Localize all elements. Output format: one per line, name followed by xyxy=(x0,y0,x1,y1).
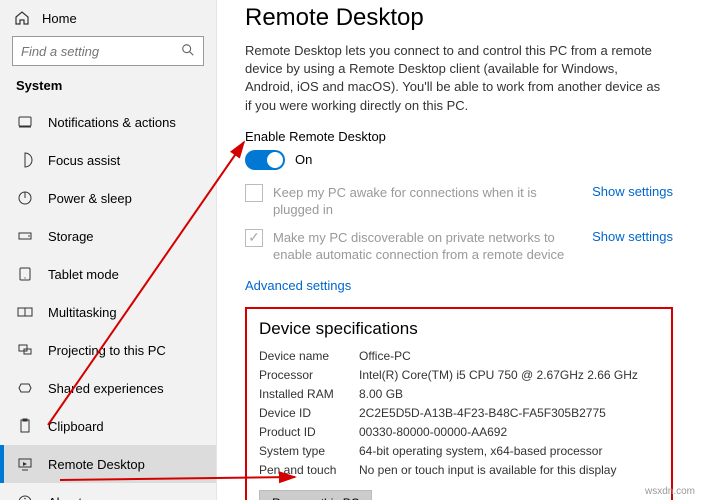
home-nav[interactable]: Home xyxy=(0,6,216,34)
sidebar-item-label: Remote Desktop xyxy=(48,457,145,472)
discoverable-checkbox[interactable]: ✓ xyxy=(245,229,263,247)
page-title: Remote Desktop xyxy=(245,4,673,32)
spec-value: Intel(R) Core(TM) i5 CPU 750 @ 2.67GHz 2… xyxy=(359,368,659,382)
sidebar-item-focus-assist[interactable]: Focus assist xyxy=(0,141,216,179)
home-label: Home xyxy=(42,11,77,26)
sidebar-item-label: Shared experiences xyxy=(48,381,164,396)
spec-label: Device name xyxy=(259,349,359,363)
show-settings-link-1[interactable]: Show settings xyxy=(592,184,673,199)
sidebar-item-label: Tablet mode xyxy=(48,267,119,282)
discoverable-label: Make my PC discoverable on private netwo… xyxy=(273,229,566,264)
notifications-icon xyxy=(16,113,34,131)
sidebar-item-label: Multitasking xyxy=(48,305,117,320)
sidebar-item-label: Storage xyxy=(48,229,94,244)
sidebar-item-label: Power & sleep xyxy=(48,191,132,206)
spec-label: Pen and touch xyxy=(259,463,359,477)
about-icon xyxy=(16,493,34,500)
sidebar-item-shared-exp[interactable]: Shared experiences xyxy=(0,369,216,407)
specs-title: Device specifications xyxy=(259,319,659,339)
spec-label: System type xyxy=(259,444,359,458)
enable-remote-label: Enable Remote Desktop xyxy=(245,129,673,144)
home-icon xyxy=(14,10,30,26)
nav-list: Notifications & actions Focus assist Pow… xyxy=(0,103,216,500)
shared-icon xyxy=(16,379,34,397)
multitasking-icon xyxy=(16,303,34,321)
storage-icon xyxy=(16,227,34,245)
rename-pc-button[interactable]: Rename this PC xyxy=(259,490,372,500)
spec-label: Installed RAM xyxy=(259,387,359,401)
show-settings-link-2[interactable]: Show settings xyxy=(592,229,673,244)
spec-label: Product ID xyxy=(259,425,359,439)
tablet-icon xyxy=(16,265,34,283)
remote-desktop-icon xyxy=(16,455,34,473)
sidebar-item-multitasking[interactable]: Multitasking xyxy=(0,293,216,331)
sidebar-item-label: Projecting to this PC xyxy=(48,343,166,358)
clipboard-icon xyxy=(16,417,34,435)
sidebar-item-storage[interactable]: Storage xyxy=(0,217,216,255)
focus-assist-icon xyxy=(16,151,34,169)
spec-value: 00330-80000-00000-AA692 xyxy=(359,425,659,439)
spec-value: 64-bit operating system, x64-based proce… xyxy=(359,444,659,458)
search-input[interactable] xyxy=(21,44,171,59)
keep-awake-label: Keep my PC awake for connections when it… xyxy=(273,184,566,219)
sidebar-item-remote-desktop[interactable]: Remote Desktop xyxy=(0,445,216,483)
spec-value: No pen or touch input is available for t… xyxy=(359,463,659,477)
sidebar-item-label: About xyxy=(48,495,82,500)
projecting-icon xyxy=(16,341,34,359)
main-content: Remote Desktop Remote Desktop lets you c… xyxy=(217,0,701,500)
sidebar-item-label: Focus assist xyxy=(48,153,120,168)
keep-awake-checkbox[interactable] xyxy=(245,184,263,202)
search-box[interactable] xyxy=(12,36,204,66)
sidebar-item-about[interactable]: About xyxy=(0,483,216,500)
sidebar-item-label: Notifications & actions xyxy=(48,115,176,130)
sidebar-item-power-sleep[interactable]: Power & sleep xyxy=(0,179,216,217)
spec-value: 2C2E5D5D-A13B-4F23-B48C-FA5F305B2775 xyxy=(359,406,659,420)
description-text: Remote Desktop lets you connect to and c… xyxy=(245,42,665,115)
sidebar-item-tablet-mode[interactable]: Tablet mode xyxy=(0,255,216,293)
power-icon xyxy=(16,189,34,207)
search-icon xyxy=(181,43,195,60)
sidebar-item-notifications[interactable]: Notifications & actions xyxy=(0,103,216,141)
enable-remote-toggle[interactable] xyxy=(245,150,285,170)
device-specs-section: Device specifications Device nameOffice-… xyxy=(245,307,673,500)
spec-label: Device ID xyxy=(259,406,359,420)
spec-value: Office-PC xyxy=(359,349,659,363)
watermark: wsxdn.com xyxy=(645,486,695,497)
sidebar: Home System Notifications & actions Focu… xyxy=(0,0,217,500)
advanced-settings-link[interactable]: Advanced settings xyxy=(245,278,351,293)
sidebar-item-label: Clipboard xyxy=(48,419,104,434)
sidebar-item-projecting[interactable]: Projecting to this PC xyxy=(0,331,216,369)
sidebar-item-clipboard[interactable]: Clipboard xyxy=(0,407,216,445)
spec-label: Processor xyxy=(259,368,359,382)
spec-value: 8.00 GB xyxy=(359,387,659,401)
toggle-state: On xyxy=(295,152,312,167)
category-label: System xyxy=(0,76,216,103)
